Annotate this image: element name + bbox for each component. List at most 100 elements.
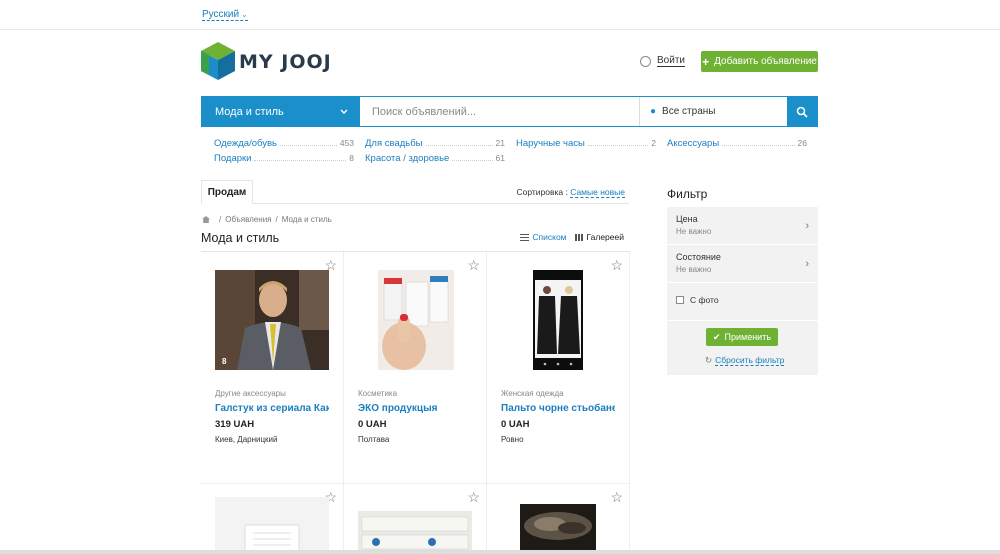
chevron-right-icon: › xyxy=(805,258,809,270)
breadcrumb-item[interactable]: Объявления xyxy=(225,215,271,224)
listing-price: 319 UAH xyxy=(215,419,255,430)
logo[interactable]: MY JOOJ xyxy=(201,42,341,82)
listing-price: 0 UAH xyxy=(358,419,387,430)
breadcrumb-separator: / xyxy=(275,215,278,224)
add-listing-label: Добавить объявление xyxy=(714,56,817,67)
reset-filter-link[interactable]: ↻ Сбросить фильтр xyxy=(705,355,785,366)
subcategory-name: Красота / здоровье xyxy=(365,153,450,164)
filter-title: Фильтр xyxy=(667,187,708,201)
map-pin-icon: ● xyxy=(650,106,657,117)
sort-control: Сортировка : Самые новые xyxy=(516,187,625,198)
document-placeholder-icon xyxy=(244,524,300,554)
listing-title[interactable]: Пальто чорне стьобане xyxy=(501,403,615,414)
breadcrumb-item: Мода и стиль xyxy=(281,215,332,224)
listing-card[interactable]: ☆ xyxy=(344,484,487,554)
listing-location: Полтава xyxy=(358,435,390,444)
apply-filter-button[interactable]: ✔ Применить xyxy=(706,328,778,346)
chevron-down-icon xyxy=(340,108,348,114)
subcategory-count: 61 xyxy=(495,153,505,163)
chevron-down-icon: ⌄ xyxy=(241,10,248,19)
listing-title[interactable]: ЭКО продукцыя xyxy=(358,403,472,414)
photo-count: 8 xyxy=(222,357,227,366)
sort-label: Сортировка : xyxy=(516,187,568,197)
tab-sell[interactable]: Продам xyxy=(201,180,253,204)
page-title: Мода и стиль xyxy=(201,231,280,245)
dotted-leader xyxy=(722,138,795,146)
listing-title[interactable]: Галстук из сериала Как xyxy=(215,403,329,414)
list-icon xyxy=(520,233,530,241)
subcategory-count: 26 xyxy=(797,138,807,148)
subcategory-name: Одежда/обувь xyxy=(214,138,277,149)
listing-category: Женская одежда xyxy=(501,389,564,398)
apply-label: Применить xyxy=(724,332,772,342)
photo-only-checkbox[interactable] xyxy=(676,296,684,304)
view-gallery-button[interactable]: Галереей xyxy=(574,232,624,242)
dotted-leader xyxy=(425,138,493,146)
logo-text: MY JOOJ xyxy=(239,51,332,73)
search-button[interactable] xyxy=(787,97,817,126)
star-icon[interactable]: ☆ xyxy=(467,490,480,504)
listing-photo[interactable] xyxy=(520,504,596,554)
photo-product-boxes xyxy=(358,511,472,554)
dotted-leader xyxy=(587,138,649,146)
listing-card[interactable]: ☆ xyxy=(201,484,344,554)
subcategory-count: 8 xyxy=(349,153,354,163)
subcategory-item[interactable]: Для свадьбы 21 xyxy=(365,138,505,149)
view-list-label: Списком xyxy=(532,232,567,242)
region-select[interactable]: ● Все страны xyxy=(639,97,787,126)
listing-price: 0 UAH xyxy=(501,419,530,430)
category-select[interactable]: Мода и стиль xyxy=(202,97,360,126)
category-select-label: Мода и стиль xyxy=(215,105,284,118)
listing-photo[interactable] xyxy=(358,270,472,370)
listing-category: Другие аксессуары xyxy=(215,389,286,398)
check-icon: ✔ xyxy=(712,331,721,342)
listing-location: Ровно xyxy=(501,435,524,444)
listing-card[interactable]: ☆ Косметика ЭКО продукцыя 0 UAH Полтава xyxy=(344,252,487,484)
filter-photo-only[interactable]: С фото xyxy=(676,295,719,305)
photo-fur-collar xyxy=(520,504,596,554)
language-selector[interactable]: Русский ⌄ xyxy=(202,9,248,21)
filter-price-label: Цена xyxy=(676,214,698,224)
bottom-scrollbar xyxy=(0,550,1000,554)
subcategory-item[interactable]: Красота / здоровье 61 xyxy=(365,153,505,164)
view-list-button[interactable]: Списком xyxy=(520,232,567,242)
login-link[interactable]: Войти xyxy=(640,55,685,67)
filter-price[interactable]: Цена Не важно › xyxy=(667,207,818,245)
subcategory-count: 21 xyxy=(495,138,505,148)
listing-card[interactable]: ☆ Женская одежда Пальто чорне стьобане 0… xyxy=(487,252,630,484)
subcategory-item[interactable]: Подарки 8 xyxy=(214,153,354,164)
home-icon[interactable] xyxy=(202,216,210,223)
subcategory-item[interactable]: Одежда/обувь 453 xyxy=(214,138,354,149)
subcategory-name: Подарки xyxy=(214,153,252,164)
plus-icon: + xyxy=(702,54,710,69)
dotted-leader xyxy=(279,138,337,146)
listing-photo-placeholder[interactable] xyxy=(215,497,329,554)
subcategory-count: 453 xyxy=(339,138,354,148)
listing-category: Косметика xyxy=(358,389,398,398)
search-input[interactable]: Поиск объявлений... xyxy=(360,97,639,126)
subcategory-item[interactable]: Аксессуары 26 xyxy=(667,138,807,149)
photo-cosmetics xyxy=(358,270,472,370)
photo-only-label: С фото xyxy=(690,295,719,305)
listing-photo[interactable] xyxy=(501,270,615,370)
sort-value-link[interactable]: Самые новые xyxy=(570,187,625,198)
subcategory-name: Для свадьбы xyxy=(365,138,423,149)
photo-man-in-suit xyxy=(215,270,329,370)
dotted-leader xyxy=(254,153,347,161)
star-icon[interactable]: ☆ xyxy=(610,490,623,504)
subcategory-name: Наручные часы xyxy=(516,138,585,149)
reset-label: Сбросить фильтр xyxy=(715,355,785,366)
add-listing-button[interactable]: + Добавить объявление xyxy=(701,51,818,72)
listing-photo[interactable] xyxy=(358,511,472,554)
listing-card[interactable]: ☆ xyxy=(487,484,630,554)
login-label: Войти xyxy=(657,55,685,67)
filter-condition[interactable]: Состояние Не важно › xyxy=(667,245,818,283)
listing-photo[interactable]: 8 xyxy=(215,270,329,370)
chevron-right-icon: › xyxy=(805,220,809,232)
subcategory-item[interactable]: Наручные часы 2 xyxy=(516,138,656,149)
listing-card[interactable]: ☆ 8 Другие аксессуары Галстук из сериала… xyxy=(201,252,344,484)
top-bar: Русский ⌄ xyxy=(0,0,1000,30)
search-placeholder: Поиск объявлений... xyxy=(372,105,477,118)
region-label: Все страны xyxy=(662,106,716,117)
filter-condition-label: Состояние xyxy=(676,252,721,262)
